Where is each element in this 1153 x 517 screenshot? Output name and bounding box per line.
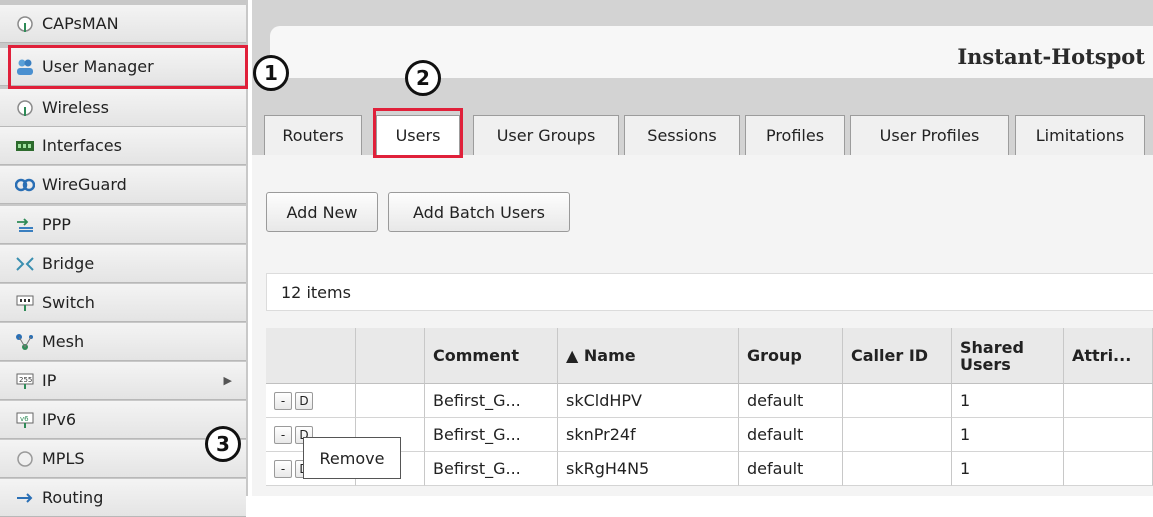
tab-label: Limitations	[1035, 126, 1125, 145]
remove-button[interactable]: -	[274, 425, 292, 444]
cell-attributes	[1064, 418, 1153, 452]
add-batch-users-button[interactable]: Add Batch Users	[388, 192, 570, 232]
sidebar-item-ppp[interactable]: PPP	[0, 206, 246, 244]
cell-name: skCldHPV	[558, 384, 739, 418]
column-header-attributes[interactable]: Attri...	[1064, 328, 1153, 384]
column-header-actions	[266, 328, 356, 384]
tab-limitations[interactable]: Limitations	[1015, 115, 1145, 155]
antenna-icon	[12, 15, 38, 33]
sidebar-item-mesh[interactable]: Mesh	[0, 323, 246, 361]
callout-1: 1	[253, 55, 289, 91]
sidebar-item-label: Routing	[42, 488, 104, 507]
interface-icon	[12, 139, 38, 153]
sidebar-item-label: CAPsMAN	[42, 14, 119, 33]
column-header-caller-id[interactable]: Caller ID	[843, 328, 952, 384]
svg-text:255: 255	[19, 376, 32, 384]
cell-group: default	[739, 452, 843, 486]
column-header-comment[interactable]: Comment	[425, 328, 558, 384]
callout-3: 3	[205, 426, 241, 462]
sidebar-item-label: Mesh	[42, 332, 85, 351]
users-tab-highlight	[373, 108, 463, 158]
svg-text:v6: v6	[20, 415, 29, 423]
title-bar: Instant-Hotspot	[270, 26, 1153, 78]
item-count-bar: 12 items	[266, 273, 1153, 311]
table-row[interactable]: - D Befirst_G... skCldHPV default 1	[266, 384, 1153, 418]
cell-group: default	[739, 384, 843, 418]
item-count: 12 items	[281, 282, 351, 302]
sidebar-item-bridge[interactable]: Bridge	[0, 245, 246, 283]
cell-group: default	[739, 418, 843, 452]
sidebar-item-wireguard[interactable]: WireGuard	[0, 166, 246, 204]
column-header-group[interactable]: Group	[739, 328, 843, 384]
cell-caller-id	[843, 452, 952, 486]
disable-button[interactable]: D	[295, 391, 313, 410]
sidebar-item-label: Switch	[42, 293, 95, 312]
ppp-icon	[12, 217, 38, 233]
column-header-flags	[356, 328, 425, 384]
sidebar-item-label: Bridge	[42, 254, 95, 273]
tab-label: User Groups	[496, 126, 596, 145]
bridge-icon	[12, 256, 38, 272]
tab-routers[interactable]: Routers	[264, 115, 362, 155]
tab-user-groups[interactable]: User Groups	[473, 115, 619, 155]
sidebar-item-label: IPv6	[42, 410, 77, 429]
cell-comment: Befirst_G...	[425, 452, 558, 486]
column-header-name[interactable]: ▲ Name	[558, 328, 739, 384]
cell-name: sknPr24f	[558, 418, 739, 452]
sidebar-item-label: Interfaces	[42, 136, 122, 155]
remove-button[interactable]: -	[274, 391, 292, 410]
cell-attributes	[1064, 452, 1153, 486]
sidebar-item-interfaces[interactable]: Interfaces	[0, 127, 246, 165]
tab-user-profiles[interactable]: User Profiles	[850, 115, 1009, 155]
sidebar-item-label: MPLS	[42, 449, 85, 468]
sidebar-item-wireless[interactable]: Wireless	[0, 89, 246, 127]
mpls-icon	[12, 450, 38, 468]
main-panel: Instant-Hotspot Routers Users User Group…	[252, 0, 1153, 496]
sidebar-item-label: PPP	[42, 215, 71, 234]
row-flags	[356, 384, 425, 418]
sidebar-item-switch[interactable]: Switch	[0, 284, 246, 322]
callout-2: 2	[405, 60, 441, 96]
cell-caller-id	[843, 418, 952, 452]
cell-comment: Befirst_G...	[425, 418, 558, 452]
tab-label: User Profiles	[879, 126, 980, 145]
cell-comment: Befirst_G...	[425, 384, 558, 418]
submenu-arrow-icon: ▶	[223, 374, 232, 387]
cell-name: skRgH4N5	[558, 452, 739, 486]
tab-sessions[interactable]: Sessions	[624, 115, 740, 155]
ipv6-icon: v6	[12, 411, 38, 429]
cell-shared-users: 1	[952, 452, 1064, 486]
sidebar-item-routing[interactable]: Routing	[0, 479, 246, 517]
mesh-icon	[12, 333, 38, 351]
cell-shared-users: 1	[952, 384, 1064, 418]
switch-icon	[12, 294, 38, 312]
ip-icon: 255	[12, 372, 38, 390]
column-header-shared-users[interactable]: Shared Users	[952, 328, 1064, 384]
sidebar-item-capsman[interactable]: CAPsMAN	[0, 5, 246, 43]
wireguard-icon	[12, 177, 38, 193]
sidebar-item-label: Wireless	[42, 98, 109, 117]
cell-attributes	[1064, 384, 1153, 418]
routing-icon	[12, 490, 38, 506]
remove-button[interactable]: -	[274, 459, 292, 478]
cell-shared-users: 1	[952, 418, 1064, 452]
tab-profiles[interactable]: Profiles	[745, 115, 845, 155]
add-new-button[interactable]: Add New	[266, 192, 378, 232]
remove-tooltip: Remove	[303, 437, 401, 479]
cell-caller-id	[843, 384, 952, 418]
tab-label: Sessions	[647, 126, 717, 145]
row-actions: - D	[266, 384, 356, 418]
user-manager-highlight	[8, 45, 248, 89]
sidebar-item-label: WireGuard	[42, 175, 127, 194]
tab-label: Profiles	[765, 126, 825, 145]
page-title: Instant-Hotspot	[957, 44, 1145, 69]
antenna-icon	[12, 99, 38, 117]
tab-label: Routers	[282, 126, 344, 145]
sidebar-item-label: IP	[42, 371, 57, 390]
sidebar-item-ip[interactable]: 255 IP ▶	[0, 362, 246, 400]
